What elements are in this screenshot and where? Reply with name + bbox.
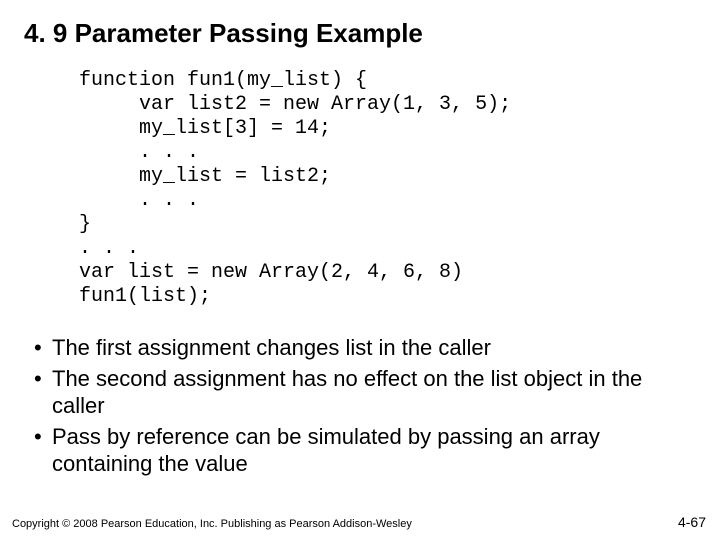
bullet-item: The first assignment changes list in the… bbox=[30, 335, 696, 362]
copyright-footer: Copyright © 2008 Pearson Education, Inc.… bbox=[12, 518, 412, 530]
bullet-item: Pass by reference can be simulated by pa… bbox=[30, 424, 696, 478]
page-title: 4. 9 Parameter Passing Example bbox=[24, 18, 696, 49]
bullet-item: The second assignment has no effect on t… bbox=[30, 366, 696, 420]
page-number: 4-67 bbox=[678, 514, 706, 530]
slide: 4. 9 Parameter Passing Example function … bbox=[0, 0, 720, 540]
code-example: function fun1(my_list) { var list2 = new… bbox=[79, 69, 696, 309]
bullet-list: The first assignment changes list in the… bbox=[30, 335, 696, 477]
